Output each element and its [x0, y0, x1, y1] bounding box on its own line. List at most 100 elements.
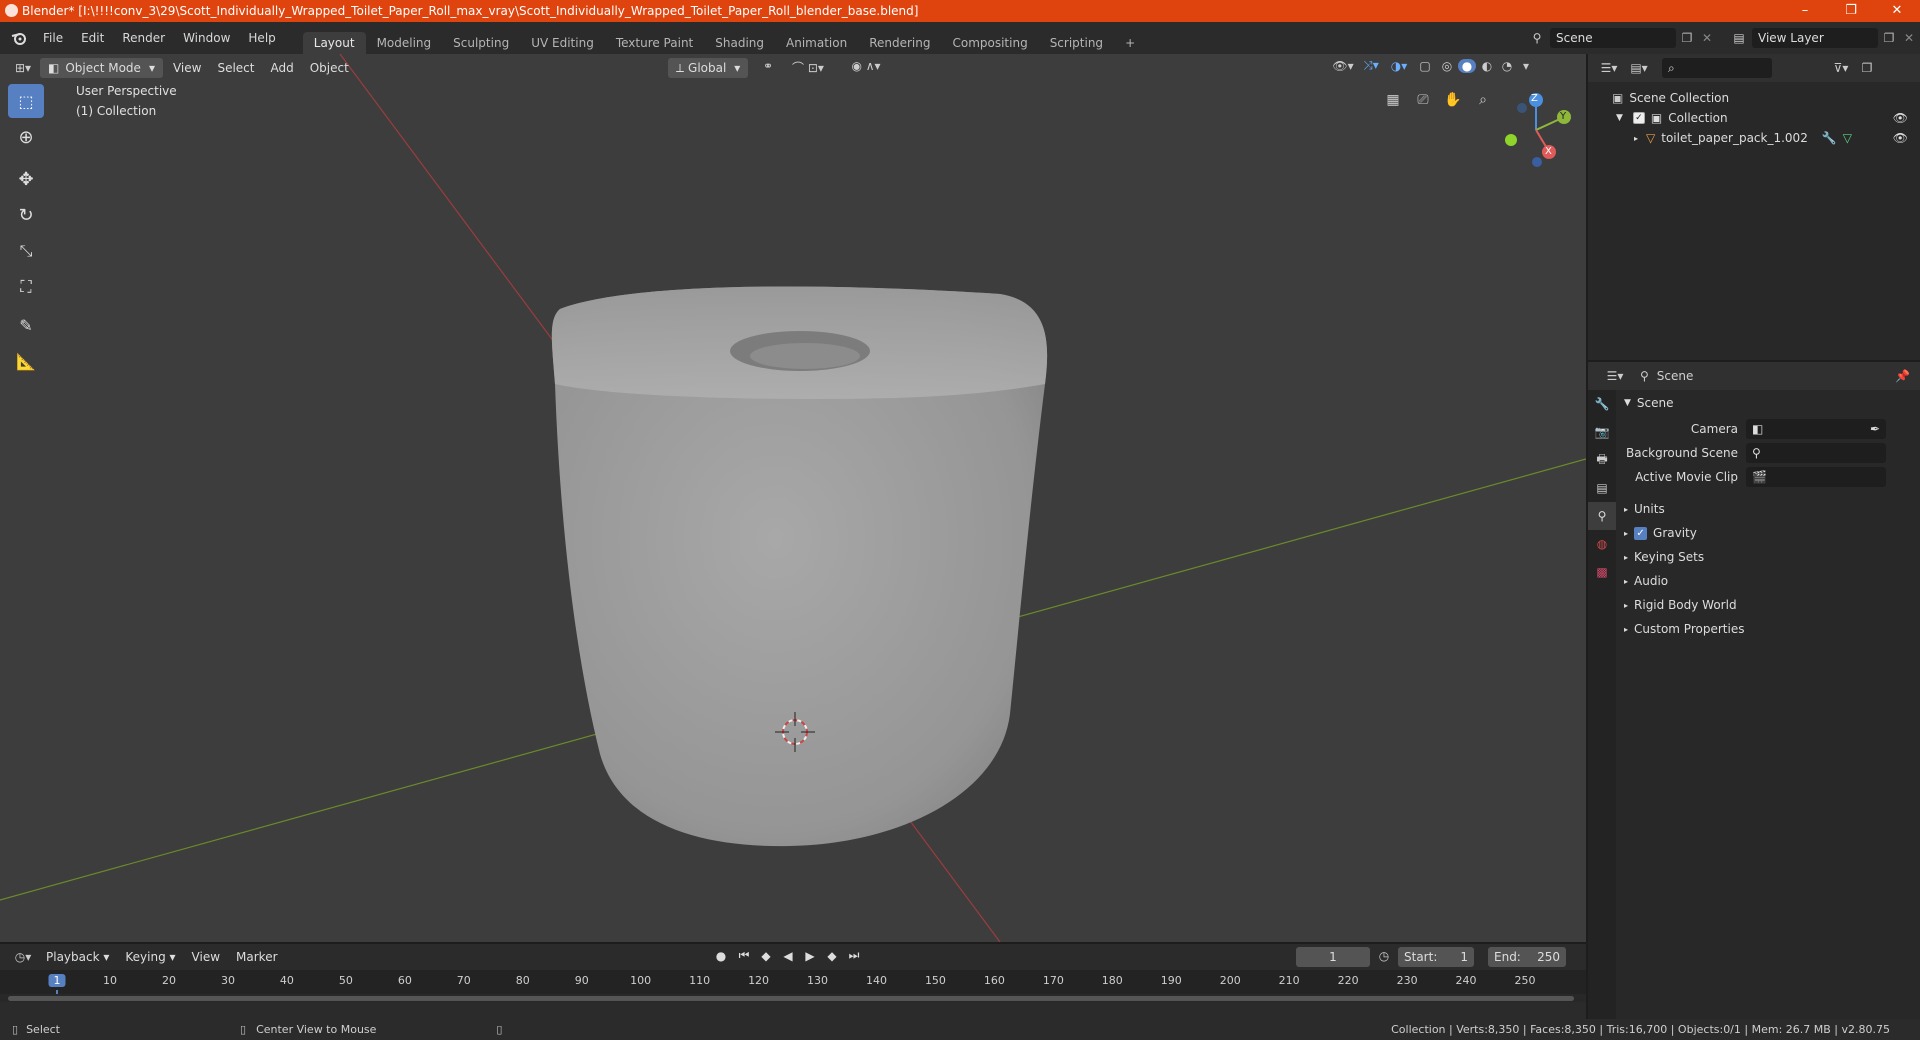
tab-output[interactable]: 🖶 — [1588, 446, 1616, 474]
eyedropper-icon[interactable]: ✒ — [1870, 419, 1880, 439]
preview-range-icon[interactable]: ◷ — [1374, 949, 1394, 963]
modifier-wrench-icon[interactable]: 🔧 — [1822, 131, 1837, 145]
delete-view-layer-icon[interactable]: ✕ — [1900, 31, 1918, 45]
display-mode-icon[interactable]: ▤▾ — [1624, 61, 1654, 75]
mode-dropdown[interactable]: ◧ Object Mode ▾ — [40, 58, 163, 78]
rigid-body-world-panel-header[interactable]: ▸ Rigid Body World — [1618, 594, 1920, 616]
solid-shading-icon[interactable]: ● — [1458, 58, 1476, 73]
start-frame-field[interactable]: Start: 1 — [1398, 947, 1474, 967]
frame-ruler[interactable]: 1 10 20 30 40 50 60 70 80 90 100 110 120 130 140 150 160… — [0, 970, 1586, 1002]
jump-start-button[interactable]: ⏮ — [734, 948, 754, 963]
tab-uv-editing[interactable]: UV Editing — [520, 32, 605, 54]
orientation-dropdown[interactable]: ⟂ Global ▾ — [668, 58, 749, 78]
viewport-menu-object[interactable]: Object — [302, 57, 357, 79]
snap-icon[interactable]: ⌒ ⊡▾ — [788, 59, 828, 76]
scale-tool[interactable]: ⤡ — [8, 234, 44, 268]
gizmo-toggle-icon[interactable]: ⤨▾ — [1358, 58, 1384, 73]
maximize-button[interactable]: ❐ — [1828, 0, 1874, 22]
timeline-menu-view[interactable]: View — [184, 946, 228, 968]
view-layer-field[interactable]: View Layer — [1752, 28, 1878, 48]
current-frame-field[interactable]: 1 — [1296, 947, 1370, 967]
gravity-panel-header[interactable]: ▸ ✓ Gravity — [1618, 522, 1920, 544]
gravity-checkbox[interactable]: ✓ — [1634, 526, 1648, 540]
pan-hand-icon[interactable]: ✋ — [1440, 87, 1466, 113]
expand-arrow-icon[interactable]: ▼ — [1616, 113, 1623, 123]
outliner-search-input[interactable]: ⌕ — [1662, 58, 1772, 78]
eye-icon[interactable]: 👁 — [1893, 131, 1908, 145]
tab-sculpting[interactable]: Sculpting — [442, 32, 520, 54]
viewport-menu-select[interactable]: Select — [209, 57, 262, 79]
tab-render[interactable]: 📷 — [1588, 418, 1616, 446]
menu-file[interactable]: File — [34, 28, 72, 48]
keying-sets-panel-header[interactable]: ▸ Keying Sets — [1618, 546, 1920, 568]
3d-viewport[interactable]: User Perspective (1) Collection Z Y X ▦ … — [0, 54, 1586, 942]
prev-keyframe-button[interactable]: ◆ — [756, 948, 776, 963]
menu-help[interactable]: Help — [239, 28, 284, 48]
zoom-icon[interactable]: ⌕ — [1470, 87, 1496, 113]
end-frame-field[interactable]: End: 250 — [1488, 947, 1566, 967]
camera-view-icon[interactable]: ⎚ — [1410, 87, 1436, 113]
proportional-edit-icon[interactable]: ◉ ∧▾ — [846, 59, 886, 73]
tab-compositing[interactable]: Compositing — [941, 32, 1038, 54]
grid-toggle-icon[interactable]: ▦ — [1380, 87, 1406, 113]
wireframe-shading-icon[interactable]: ◎ — [1438, 59, 1456, 73]
overlays-icon[interactable]: ◑▾ — [1386, 59, 1412, 73]
new-view-layer-icon[interactable]: ❐ — [1878, 31, 1900, 45]
tab-layout[interactable]: Layout — [302, 32, 366, 54]
menu-window[interactable]: Window — [174, 28, 239, 48]
transform-tool[interactable]: ⛶ — [8, 270, 44, 304]
visibility-icon[interactable]: 👁▾ — [1330, 59, 1356, 73]
tab-view-layer[interactable]: ▤ — [1588, 474, 1616, 502]
tab-modeling[interactable]: Modeling — [366, 32, 443, 54]
new-collection-icon[interactable]: ❐ — [1856, 61, 1878, 75]
rendered-shading-icon[interactable]: ◔ — [1498, 59, 1516, 73]
background-scene-field[interactable]: ⚲ — [1746, 443, 1886, 463]
tree-row-collection[interactable]: ▼ ✓ ▣ Collection 👁 — [1588, 108, 1920, 128]
collection-checkbox[interactable]: ✓ — [1632, 112, 1645, 124]
view-layer-icon[interactable]: ▤ — [1726, 31, 1752, 45]
camera-field[interactable]: ◧ ✒ — [1746, 419, 1886, 439]
editor-type-icon[interactable]: ⊞▾ — [8, 61, 38, 75]
blender-menu-icon[interactable] — [4, 28, 34, 48]
viewport-menu-add[interactable]: Add — [262, 57, 301, 79]
timeline-scrollbar[interactable] — [8, 996, 1574, 1001]
custom-properties-panel-header[interactable]: ▸ Custom Properties — [1618, 618, 1920, 640]
add-workspace-button[interactable]: + — [1114, 32, 1146, 54]
cursor-tool[interactable]: ⊕ — [8, 120, 44, 154]
play-button[interactable]: ▶ — [800, 948, 820, 963]
tab-scripting[interactable]: Scripting — [1039, 32, 1114, 54]
tab-scene[interactable]: ⚲ — [1588, 502, 1616, 530]
pivot-point-icon[interactable]: ⚭ — [756, 59, 780, 73]
annotate-tool[interactable]: ✎ — [8, 308, 44, 342]
tree-row-object[interactable]: ▸ ▽ toilet_paper_pack_1.002 🔧 ▽ 👁 — [1588, 128, 1920, 148]
jump-end-button[interactable]: ⏭ — [844, 948, 864, 963]
eye-icon[interactable]: 👁 — [1893, 111, 1908, 125]
scene-name-field[interactable]: Scene — [1550, 28, 1676, 48]
units-panel-header[interactable]: ▸ Units — [1618, 498, 1920, 520]
tab-shading[interactable]: Shading — [704, 32, 775, 54]
material-shading-icon[interactable]: ◐ — [1478, 59, 1496, 73]
select-box-tool[interactable]: ⬚ — [8, 84, 44, 118]
shading-options-icon[interactable]: ▾ — [1518, 59, 1534, 73]
timeline-menu-keying[interactable]: Keying ▾ — [117, 946, 183, 968]
viewport-menu-view[interactable]: View — [165, 57, 209, 79]
scene-icon[interactable]: ⚲ — [1524, 31, 1550, 45]
tab-animation[interactable]: Animation — [775, 32, 858, 54]
collapse-arrow-icon[interactable]: ▸ — [1634, 134, 1638, 143]
menu-edit[interactable]: Edit — [72, 28, 113, 48]
pin-icon[interactable]: 📌 — [1895, 369, 1910, 383]
next-keyframe-button[interactable]: ◆ — [822, 948, 842, 963]
minimize-button[interactable]: – — [1782, 0, 1828, 22]
timeline-menu-playback[interactable]: Playback ▾ — [38, 946, 117, 968]
timeline-editor-type-icon[interactable]: ◷▾ — [8, 950, 38, 964]
mesh-data-icon[interactable]: ▽ — [1843, 131, 1852, 145]
new-scene-icon[interactable]: ❐ — [1676, 31, 1698, 45]
record-button[interactable]: ● — [710, 948, 732, 963]
close-button[interactable]: ✕ — [1874, 0, 1920, 22]
delete-scene-icon[interactable]: ✕ — [1698, 31, 1716, 45]
filter-icon[interactable]: ⊽▾ — [1826, 61, 1856, 75]
tab-tool[interactable]: 🔧 — [1588, 390, 1616, 418]
tab-texture[interactable]: ▩ — [1588, 558, 1616, 586]
menu-render[interactable]: Render — [113, 28, 174, 48]
active-movie-clip-field[interactable]: 🎬 — [1746, 467, 1886, 487]
